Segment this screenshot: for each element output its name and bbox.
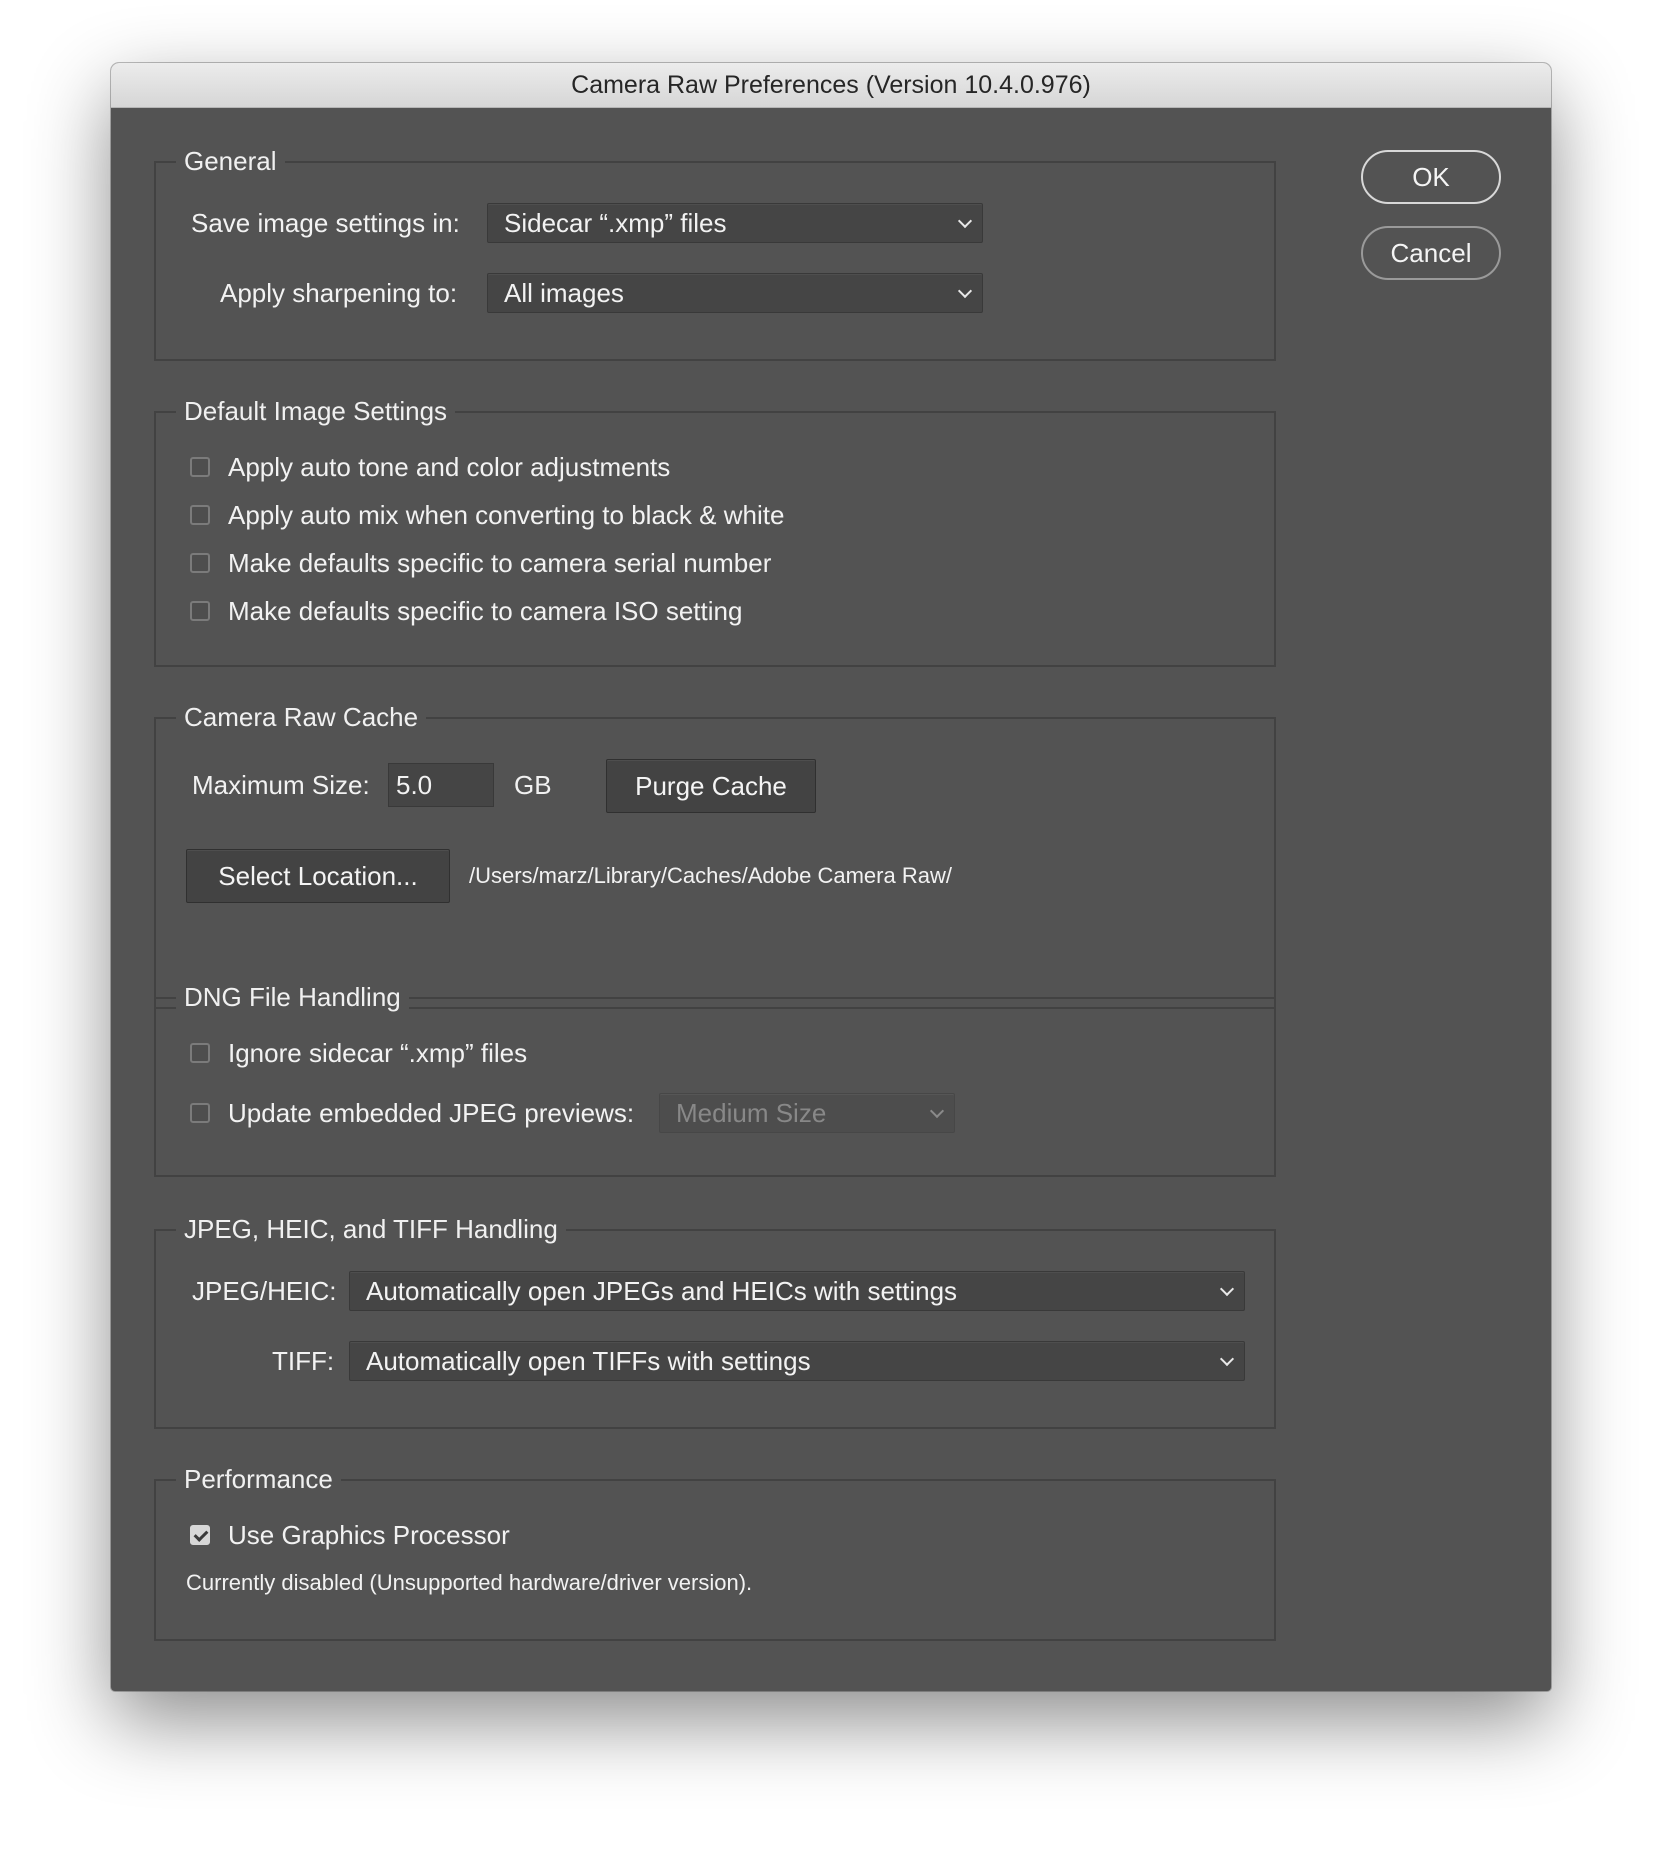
tiff-select[interactable]: Automatically open TIFFs with settings	[349, 1341, 1245, 1381]
auto-tone-label: Apply auto tone and color adjustments	[228, 452, 671, 482]
size-unit-label: GB	[514, 770, 552, 800]
default-image-group-title: Default Image Settings	[176, 393, 456, 429]
serial-defaults-checkbox[interactable]	[190, 553, 210, 573]
jpeg-heic-label: JPEG/HEIC:	[192, 1276, 337, 1306]
tiff-value: Automatically open TIFFs with settings	[366, 1346, 811, 1376]
gpu-checkbox[interactable]	[190, 1525, 210, 1545]
jpeg-tiff-group-title: JPEG, HEIC, and TIFF Handling	[176, 1211, 566, 1247]
save-settings-value: Sidecar “.xmp” files	[504, 208, 727, 238]
jpeg-heic-select[interactable]: Automatically open JPEGs and HEICs with …	[349, 1271, 1245, 1311]
general-group-title: General	[176, 143, 285, 179]
gpu-label: Use Graphics Processor	[228, 1520, 510, 1550]
tiff-label: TIFF:	[272, 1346, 335, 1376]
max-size-input[interactable]: 5.0	[388, 763, 494, 807]
max-size-label: Maximum Size:	[192, 770, 370, 800]
jpeg-heic-value: Automatically open JPEGs and HEICs with …	[366, 1276, 958, 1306]
update-previews-label: Update embedded JPEG previews:	[228, 1098, 635, 1128]
select-location-button[interactable]: Select Location...	[186, 849, 450, 903]
preferences-dialog: Camera Raw Preferences (Version 10.4.0.9…	[111, 63, 1551, 1691]
purge-cache-button[interactable]: Purge Cache	[606, 759, 816, 813]
cancel-button[interactable]: Cancel	[1361, 226, 1501, 280]
dng-group-title: DNG File Handling	[176, 979, 409, 1015]
dng-group: DNG File Handling Ignore sidecar “.xmp” …	[154, 979, 1276, 1177]
update-previews-checkbox[interactable]	[190, 1103, 210, 1123]
save-settings-label: Save image settings in:	[191, 208, 460, 238]
gpu-status-text: Currently disabled (Unsupported hardware…	[186, 1570, 753, 1595]
sharpening-select[interactable]: All images	[487, 273, 983, 313]
iso-defaults-label: Make defaults specific to camera ISO set…	[228, 596, 743, 626]
dialog-title: Camera Raw Preferences (Version 10.4.0.9…	[111, 63, 1551, 108]
performance-group: Performance Use Graphics Processor Curre…	[154, 1461, 1276, 1641]
jpeg-tiff-group: JPEG, HEIC, and TIFF Handling JPEG/HEIC:…	[154, 1211, 1276, 1429]
auto-tone-checkbox[interactable]	[190, 457, 210, 477]
cache-group-title: Camera Raw Cache	[176, 699, 427, 735]
general-group: General Save image settings in: Sidecar …	[154, 143, 1276, 361]
performance-group-title: Performance	[176, 1461, 341, 1497]
sharpening-value: All images	[504, 278, 624, 308]
ignore-sidecar-checkbox[interactable]	[190, 1043, 210, 1063]
chevron-down-icon	[1219, 1281, 1235, 1297]
chevron-down-icon	[1219, 1351, 1235, 1367]
ok-button[interactable]: OK	[1361, 150, 1501, 204]
chevron-down-icon	[957, 213, 973, 229]
default-image-group: Default Image Settings Apply auto tone a…	[154, 393, 1276, 667]
save-settings-select[interactable]: Sidecar “.xmp” files	[487, 203, 983, 243]
ignore-sidecar-label: Ignore sidecar “.xmp” files	[228, 1038, 528, 1068]
cache-path: /Users/marz/Library/Caches/Adobe Camera …	[469, 863, 952, 888]
serial-defaults-label: Make defaults specific to camera serial …	[228, 548, 772, 578]
auto-mix-checkbox[interactable]	[190, 505, 210, 525]
chevron-down-icon	[957, 283, 973, 299]
auto-mix-label: Apply auto mix when converting to black …	[228, 500, 785, 530]
preview-size-value: Medium Size	[676, 1098, 827, 1128]
preview-size-select[interactable]: Medium Size	[659, 1093, 955, 1133]
iso-defaults-checkbox[interactable]	[190, 601, 210, 621]
cache-group: Camera Raw Cache Maximum Size: 5.0 GB Pu…	[154, 699, 1276, 1009]
chevron-down-icon	[929, 1103, 945, 1119]
sharpening-label: Apply sharpening to:	[220, 278, 458, 308]
